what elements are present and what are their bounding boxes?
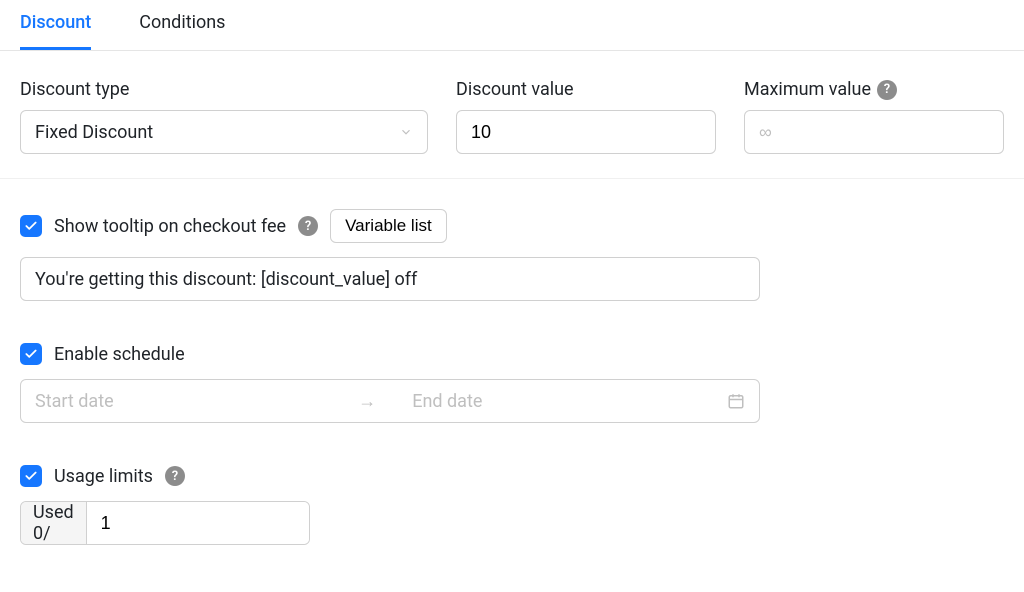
- usage-checkbox[interactable]: [20, 465, 42, 487]
- maximum-value-input-group: $: [744, 110, 1004, 154]
- schedule-checkbox-label: Enable schedule: [54, 344, 185, 365]
- discount-value-label: Discount value: [456, 79, 716, 100]
- variable-list-button[interactable]: Variable list: [330, 209, 447, 243]
- discount-value-input-group: $: [456, 110, 716, 154]
- help-icon[interactable]: ?: [298, 216, 318, 236]
- schedule-section: Enable schedule Start date → End date: [0, 313, 1024, 435]
- tab-bar: Discount Conditions: [0, 0, 1024, 51]
- tooltip-text-input[interactable]: You're getting this discount: [discount_…: [20, 257, 760, 301]
- discount-value-field: Discount value $: [456, 79, 716, 154]
- arrow-right-icon: →: [358, 391, 376, 412]
- usage-limits-section: Usage limits ? Used 0/: [0, 435, 1024, 557]
- discount-type-field: Discount type Fixed Discount: [20, 79, 428, 154]
- help-icon[interactable]: ?: [877, 80, 897, 100]
- help-icon[interactable]: ?: [165, 466, 185, 486]
- tooltip-checkbox[interactable]: [20, 215, 42, 237]
- tab-conditions[interactable]: Conditions: [139, 0, 225, 50]
- usage-limit-input[interactable]: [87, 502, 310, 544]
- maximum-value-input[interactable]: [745, 111, 1004, 153]
- schedule-checkbox-row: Enable schedule: [20, 343, 1004, 365]
- usage-prefix: Used 0/: [21, 502, 87, 544]
- tooltip-section: Show tooltip on checkout fee ? Variable …: [0, 179, 1024, 313]
- check-icon: [24, 347, 38, 361]
- usage-checkbox-row: Usage limits ?: [20, 465, 1004, 487]
- usage-checkbox-label: Usage limits: [54, 466, 153, 487]
- schedule-checkbox[interactable]: [20, 343, 42, 365]
- chevron-down-icon: [399, 125, 413, 139]
- discount-type-value: Fixed Discount: [35, 122, 153, 143]
- maximum-value-label: Maximum value ?: [744, 79, 1004, 100]
- calendar-icon: [727, 392, 745, 410]
- end-date-placeholder: End date: [412, 391, 482, 412]
- maximum-value-label-text: Maximum value: [744, 79, 871, 100]
- tooltip-checkbox-label: Show tooltip on checkout fee: [54, 216, 286, 237]
- maximum-value-field: Maximum value ? $: [744, 79, 1004, 154]
- discount-fields-row: Discount type Fixed Discount Discount va…: [0, 51, 1024, 179]
- discount-type-label: Discount type: [20, 79, 428, 100]
- start-date-placeholder: Start date: [35, 391, 114, 412]
- usage-limit-input-group: Used 0/: [20, 501, 310, 545]
- date-range-picker[interactable]: Start date → End date: [20, 379, 760, 423]
- discount-value-input[interactable]: [457, 111, 716, 153]
- check-icon: [24, 219, 38, 233]
- tab-discount[interactable]: Discount: [20, 0, 91, 50]
- check-icon: [24, 469, 38, 483]
- discount-type-select[interactable]: Fixed Discount: [20, 110, 428, 154]
- tooltip-checkbox-row: Show tooltip on checkout fee ? Variable …: [20, 209, 1004, 243]
